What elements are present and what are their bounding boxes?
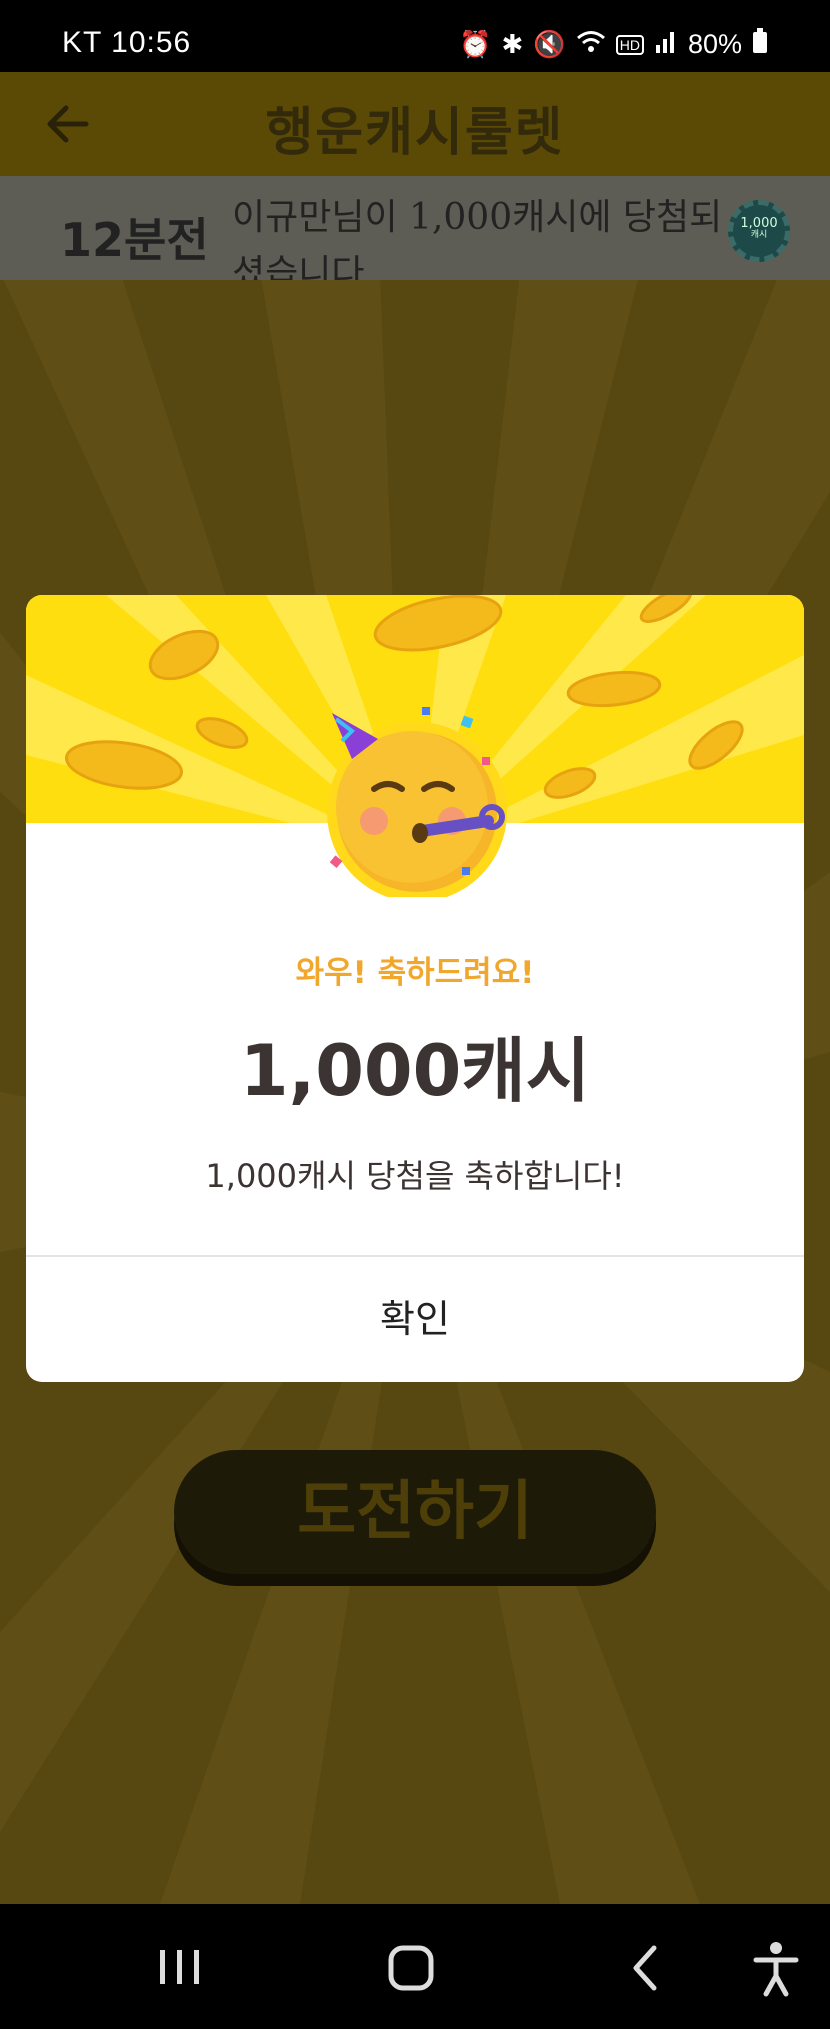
bluetooth-icon: ✱ — [501, 29, 524, 59]
page-title: 행운캐시룰렛 — [265, 103, 565, 163]
accessibility-icon[interactable] — [746, 1938, 806, 1998]
status-icons: ⏰ ✱ 🔇 HD 80% — [459, 28, 768, 61]
mute-icon: 🔇 — [533, 29, 566, 59]
clock: 10:56 — [111, 26, 192, 59]
home-icon[interactable] — [381, 1938, 441, 1998]
alarm-icon: ⏰ — [459, 29, 492, 59]
challenge-button[interactable]: 도전하기 — [174, 1450, 656, 1574]
wifi-icon — [576, 29, 606, 60]
dialog-description: 1,000캐시 당첨을 축하합니다! — [205, 1157, 625, 1195]
signal-icon — [654, 29, 678, 60]
ticker-time-ago: 12분전 — [60, 213, 209, 267]
battery-icon — [752, 28, 768, 61]
win-dialog: 와우! 축하드려요! 1,000캐시 1,000캐시 당첨을 축하합니다! 확인 — [26, 595, 804, 1382]
chip-unit: 캐시 — [750, 230, 768, 241]
dialog-headline: 와우! 축하드려요! — [295, 955, 535, 991]
hd-icon: HD — [615, 34, 644, 55]
cash-chip-icon: 1,000 캐시 — [728, 200, 790, 262]
system-nav-bar — [0, 1904, 830, 2029]
nav-back-icon[interactable] — [616, 1938, 676, 1998]
app-bar: 행운캐시룰렛 — [0, 72, 830, 176]
winner-ticker: 12분전 이규만님이 1,000캐시에 당첨되셨습니다. 1,000 캐시 — [0, 176, 830, 280]
carrier-label: KT — [62, 26, 102, 59]
dialog-prize-amount: 1,000캐시 — [239, 1030, 591, 1112]
ticker-message: 이규만님이 1,000캐시에 당첨되셨습니다. — [232, 197, 723, 280]
status-carrier-time: KT 10:56 — [62, 26, 191, 60]
status-bar: KT 10:56 ⏰ ✱ 🔇 HD 80% — [0, 0, 830, 72]
recents-icon[interactable] — [150, 1938, 210, 1998]
confirm-button[interactable]: 확인 — [26, 1257, 804, 1382]
partying-face-emoji — [327, 707, 507, 897]
battery-level: 80% — [687, 29, 742, 59]
